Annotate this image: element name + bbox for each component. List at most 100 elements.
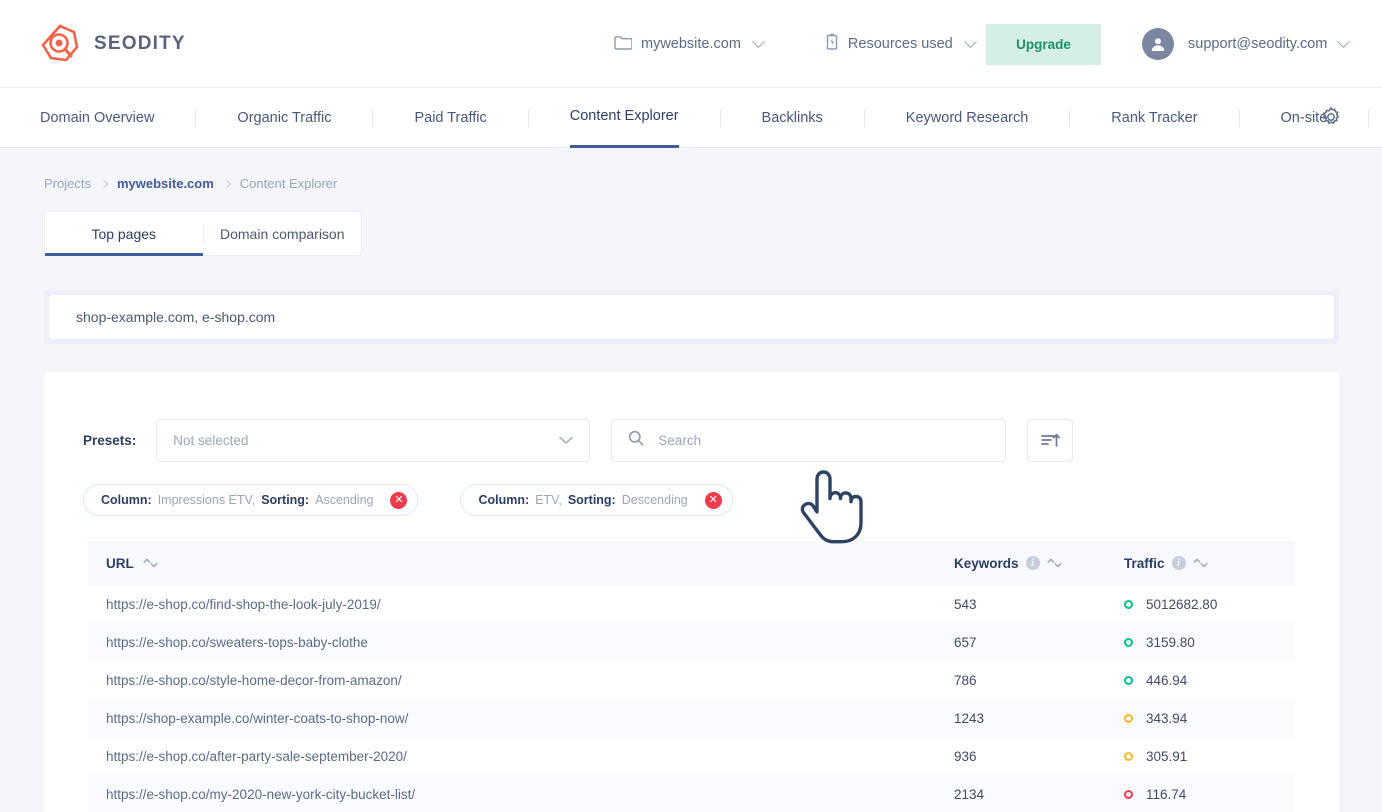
search-input-wrapper[interactable]: Search bbox=[611, 419, 1007, 462]
cell-traffic-value: 343.94 bbox=[1146, 710, 1188, 726]
table-row[interactable]: https://e-shop.co/find-shop-the-look-jul… bbox=[88, 585, 1295, 623]
nav-divider bbox=[372, 108, 374, 127]
table-row[interactable]: https://e-shop.co/style-home-decor-from-… bbox=[88, 661, 1295, 699]
table-row[interactable]: https://e-shop.co/after-party-sale-septe… bbox=[88, 737, 1295, 775]
nav-item-content-explorer[interactable]: Content Explorer bbox=[569, 88, 679, 148]
nav-item-paid-traffic[interactable]: Paid Traffic bbox=[414, 88, 486, 148]
chip-sorting-label: Sorting: bbox=[567, 493, 616, 507]
nav-item-rank-tracker[interactable]: Rank Tracker bbox=[1111, 88, 1197, 148]
column-header-traffic-label: Traffic bbox=[1124, 555, 1165, 571]
cell-url[interactable]: https://e-shop.co/sweaters-tops-baby-clo… bbox=[88, 635, 954, 650]
nav-divider bbox=[195, 108, 197, 127]
breadcrumb-separator bbox=[99, 179, 109, 188]
nav-item-keyword-research[interactable]: Keyword Research bbox=[906, 88, 1029, 148]
cell-traffic: 446.94 bbox=[1124, 673, 1295, 688]
top-pages-table: URL Keywords i Traffic i https://e-shop.… bbox=[88, 541, 1295, 812]
content-card: Presets: Not selected Search Column: Imp… bbox=[44, 372, 1339, 812]
sort-toggle-icon[interactable] bbox=[1193, 557, 1208, 569]
cell-url[interactable]: https://e-shop.co/style-home-decor-from-… bbox=[88, 673, 954, 688]
project-selector[interactable]: mywebsite.com bbox=[614, 34, 765, 54]
chip-sorting-value: Descending bbox=[621, 493, 688, 507]
info-icon[interactable]: i bbox=[1025, 556, 1040, 570]
column-header-traffic[interactable]: Traffic i bbox=[1124, 556, 1295, 571]
nav-item-organic-traffic[interactable]: Organic Traffic bbox=[237, 88, 331, 148]
nav-item-domain-overview[interactable]: Domain Overview bbox=[40, 88, 154, 148]
breadcrumb-item-projects[interactable]: Projects bbox=[44, 176, 91, 191]
presets-select[interactable]: Not selected bbox=[156, 419, 591, 462]
cell-url[interactable]: https://e-shop.co/my-2020-new-york-city-… bbox=[88, 787, 954, 802]
status-dot-yellow bbox=[1124, 751, 1133, 761]
column-header-url-label: URL bbox=[106, 555, 134, 571]
table-row[interactable]: https://e-shop.co/sweaters-tops-baby-clo… bbox=[88, 623, 1295, 661]
cell-traffic: 116.74 bbox=[1124, 787, 1295, 802]
chip-column-label: Column: bbox=[478, 493, 530, 507]
nav-item-label: Keyword Research bbox=[905, 109, 1029, 126]
app-root: SEODITY mywebsite.com Resources used Upg… bbox=[0, 0, 1382, 812]
search-icon bbox=[628, 430, 644, 451]
chevron-down-icon bbox=[963, 34, 977, 48]
sort-ascending-icon[interactable] bbox=[1027, 419, 1074, 462]
cell-keywords: 2134 bbox=[954, 786, 985, 802]
status-dot-green bbox=[1124, 675, 1133, 685]
nav-item-label: Rank Tracker bbox=[1111, 109, 1198, 126]
cell-url[interactable]: https://shop-example.co/winter-coats-to-… bbox=[88, 711, 954, 726]
nav-divider bbox=[1368, 108, 1370, 127]
nav-divider bbox=[527, 108, 529, 127]
chip-sorting-value: Ascending bbox=[315, 493, 374, 507]
nav-item-label: Content Explorer bbox=[569, 108, 679, 124]
breadcrumb-item-mywebsite-com[interactable]: mywebsite.com bbox=[117, 176, 214, 191]
sort-toggle-icon[interactable] bbox=[143, 557, 158, 569]
cell-keywords: 657 bbox=[954, 634, 977, 650]
search-input[interactable]: Search bbox=[658, 433, 701, 448]
chevron-down-icon bbox=[752, 34, 765, 48]
tab-top-pages[interactable]: Top pages bbox=[45, 212, 203, 256]
cell-keywords: 1243 bbox=[954, 710, 985, 726]
upgrade-button[interactable]: Upgrade bbox=[986, 24, 1101, 65]
active-filter-chips: Column: Impressions ETV, Sorting: Ascending… bbox=[44, 462, 1339, 516]
table-row[interactable]: https://shop-example.co/winter-coats-to-… bbox=[88, 699, 1295, 737]
cell-url[interactable]: https://e-shop.co/find-shop-the-look-jul… bbox=[88, 597, 954, 612]
cell-traffic: 305.91 bbox=[1124, 749, 1295, 764]
chip-sorting-label: Sorting: bbox=[261, 493, 310, 507]
cell-traffic: 343.94 bbox=[1124, 711, 1295, 726]
nav-divider bbox=[719, 108, 721, 127]
brand-logo[interactable]: SEODITY bbox=[40, 23, 186, 64]
cell-url[interactable]: https://e-shop.co/after-party-sale-septe… bbox=[88, 749, 954, 764]
close-circle-icon[interactable]: ✕ bbox=[390, 491, 408, 509]
battery-icon bbox=[825, 33, 839, 55]
cell-keywords: 786 bbox=[954, 672, 977, 688]
header-center-menus: mywebsite.com Resources used bbox=[614, 0, 977, 88]
top-header-bar: SEODITY mywebsite.com Resources used Upg… bbox=[0, 0, 1382, 88]
table-row[interactable]: https://e-shop.co/my-2020-new-york-city-… bbox=[88, 775, 1295, 812]
close-circle-icon[interactable]: ✕ bbox=[704, 491, 722, 509]
cell-keywords: 936 bbox=[954, 748, 977, 764]
tab-domain-comparison-label: Domain comparison bbox=[220, 225, 345, 242]
column-header-url[interactable]: URL bbox=[88, 556, 954, 571]
domain-input[interactable]: shop-example.com, e-shop.com bbox=[49, 295, 1334, 339]
sort-toggle-icon[interactable] bbox=[1047, 557, 1062, 569]
cell-traffic-value: 116.74 bbox=[1146, 786, 1187, 802]
avatar bbox=[1142, 28, 1174, 60]
cell-traffic-value: 305.91 bbox=[1146, 748, 1188, 764]
chip-column-value: ETV, bbox=[535, 493, 562, 507]
status-dot-green bbox=[1124, 599, 1133, 609]
cell-keywords: 543 bbox=[954, 596, 977, 612]
user-menu[interactable]: support@seodity.com bbox=[1142, 0, 1351, 88]
tab-domain-comparison[interactable]: Domain comparison bbox=[204, 212, 362, 255]
nav-items: Domain Overview Organic Traffic Paid Traff… bbox=[40, 88, 1382, 148]
nav-item-backlinks[interactable]: Backlinks bbox=[762, 88, 823, 148]
gear-icon[interactable] bbox=[1320, 106, 1342, 133]
status-dot-red bbox=[1124, 789, 1133, 799]
folder-icon bbox=[614, 34, 633, 54]
cell-traffic-value: 5012682.80 bbox=[1146, 596, 1218, 612]
column-header-keywords[interactable]: Keywords i bbox=[954, 556, 1124, 571]
filters-row: Presets: Not selected Search bbox=[44, 372, 1339, 462]
chip-column-label: Column: bbox=[101, 493, 152, 507]
resources-used-label: Resources used bbox=[847, 36, 953, 52]
breadcrumb-separator bbox=[222, 179, 232, 188]
project-selector-label: mywebsite.com bbox=[641, 36, 741, 52]
tab-top-pages-label: Top pages bbox=[91, 225, 157, 242]
info-icon[interactable]: i bbox=[1171, 556, 1186, 570]
nav-divider bbox=[1069, 108, 1071, 127]
resources-used-menu[interactable]: Resources used bbox=[825, 33, 977, 55]
